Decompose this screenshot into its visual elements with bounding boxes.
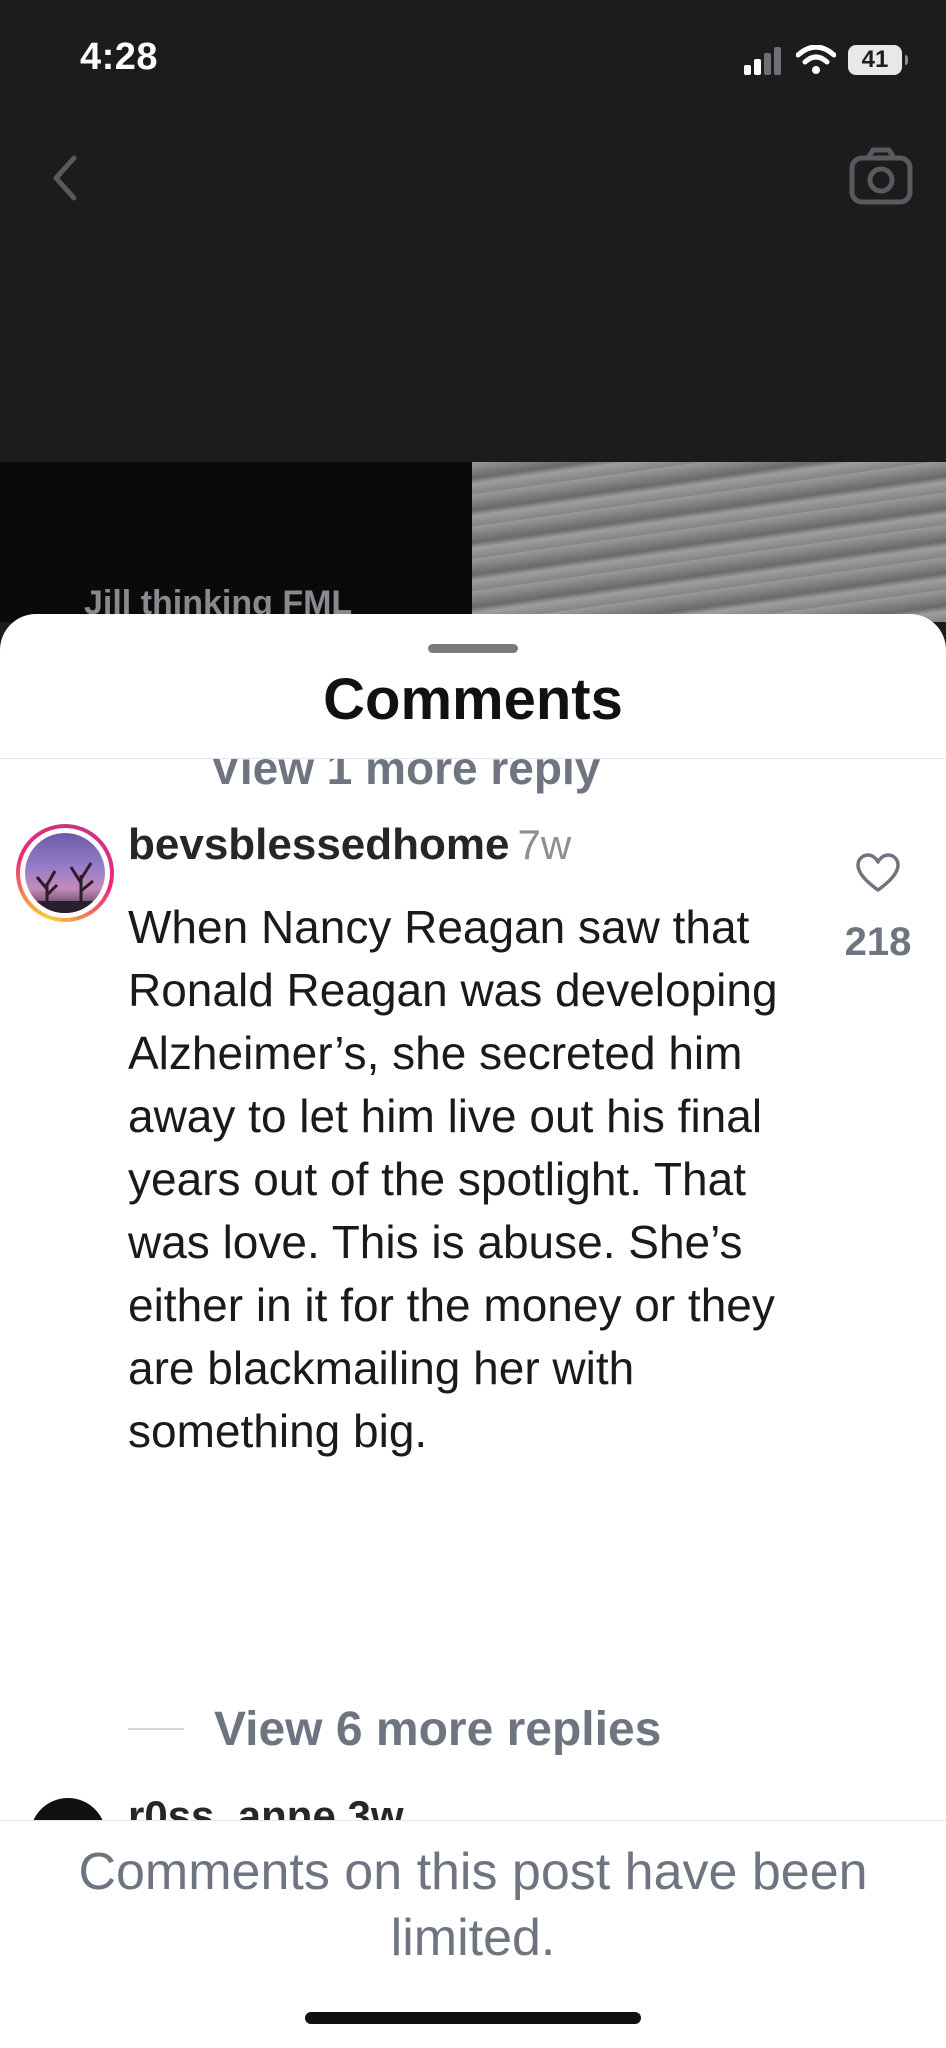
chevron-left-icon[interactable] <box>36 148 96 208</box>
comment-text: When Nancy Reagan saw that Ronald Reagan… <box>128 901 778 1457</box>
battery-icon: 41 <box>848 45 908 75</box>
comment-timestamp: 7w <box>517 821 572 868</box>
avatar[interactable] <box>16 824 114 922</box>
comment-username[interactable]: bevsblessedhome <box>128 820 510 869</box>
post-thumbnail-right <box>472 462 946 622</box>
view-replies-label[interactable]: View 6 more replies <box>214 1702 661 1757</box>
status-time: 4:28 <box>80 36 159 78</box>
view-more-reply-label[interactable]: View 1 more reply <box>210 759 600 795</box>
next-comment-username[interactable]: r0ss_anne 3w <box>128 1792 404 1822</box>
status-icons: 41 <box>744 40 908 80</box>
post-media-strip: Jill thinking FML <box>0 462 946 622</box>
sheet-title: Comments <box>323 667 623 732</box>
next-comment-peek: r0ss_anne 3w <box>0 1792 946 1822</box>
sheet-grabber[interactable] <box>428 644 518 653</box>
view-more-reply-clipped[interactable]: View 1 more reply <box>0 759 946 795</box>
comment-header: bevsblessedhome 7w <box>128 820 571 870</box>
signal-icon <box>744 47 781 75</box>
status-bar: 4:28 41 <box>0 0 946 120</box>
wifi-icon <box>796 45 836 74</box>
comments-sheet: Comments View 1 more reply bevsblessedho… <box>0 614 946 2048</box>
reply-thread-line <box>128 1728 184 1730</box>
avatar-image <box>25 833 105 913</box>
home-indicator[interactable] <box>305 2012 641 2024</box>
view-replies-button[interactable]: View 6 more replies <box>128 1694 661 1764</box>
top-nav <box>0 120 946 240</box>
like-count: 218 <box>844 920 912 964</box>
heart-icon[interactable] <box>854 850 902 898</box>
post-thumbnail-left: Jill thinking FML <box>0 462 472 622</box>
next-avatar[interactable] <box>30 1798 106 1822</box>
comments-limited-notice: Comments on this post have been limited. <box>78 1843 868 1967</box>
camera-icon[interactable] <box>846 142 916 212</box>
tree-silhouette-icon <box>25 862 105 913</box>
